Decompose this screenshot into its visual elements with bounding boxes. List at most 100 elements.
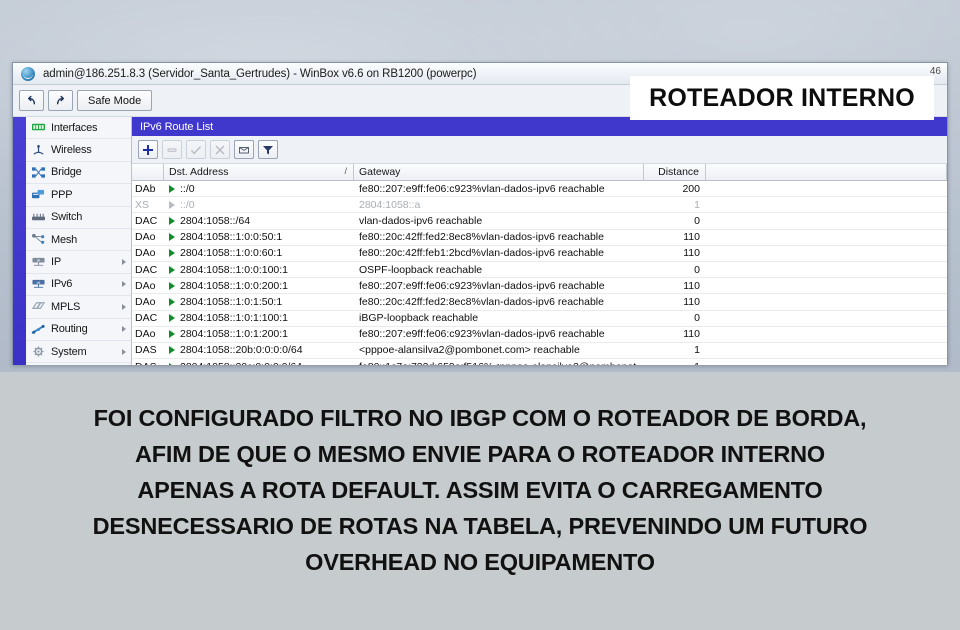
cell-flags: DAC [135,263,158,276]
sidebar-item-switch[interactable]: Switch [26,207,131,229]
cell-dst-address: 2804:1058::1:0:1:100:1 [164,312,354,324]
filter-icon[interactable] [258,140,278,159]
wireless-icon [31,144,46,157]
cell-dst-address-text: 2804:1058::1:0:0:100:1 [180,263,289,276]
route-arrow-icon [169,184,175,193]
table-row[interactable]: DAS 2804:1058::20b:0:0:0:0/64 <pppoe-alans… [132,343,947,360]
sidebar-item-interfaces[interactable]: Interfaces [26,117,131,140]
sidebar-item-ppp[interactable]: PPP [26,184,131,207]
cell-dst-address: ::/0 [164,199,354,211]
chevron-right-icon [122,281,126,288]
route-arrow-icon [169,200,175,209]
cell-gateway: fe80::20c:42ff:fed2:8ec8%vlan-dados-ipv6… [359,295,604,308]
sidebar-item-label: IP [51,256,61,269]
column-header-gateway[interactable]: Gateway [354,164,644,180]
table-row[interactable]: DAo 2804:1058::1:0:0:200:1 fe80::207:e9ff:… [132,278,947,295]
sidebar-item-bridge[interactable]: Bridge [26,162,131,185]
caption-line: OVERHEAD NO EQUIPAMENTO [305,549,655,575]
cell-gateway: vlan-dados-ipv6 reachable [359,214,483,227]
table-row[interactable]: DAC 2804:1058::1:0:1:100:1 iBGP-loopback r… [132,311,947,327]
sidebar-item-mesh[interactable]: Mesh [26,229,131,252]
sidebar-item-label: Routing [51,323,88,336]
roteador-interno-label: ROTEADOR INTERNO [630,76,934,120]
sidebar-item-label: System [51,345,87,358]
cell-distance: 110 [683,328,700,341]
table-row[interactable]: DAo 2804:1058::1:0:0:50:1 fe80::20c:42ff:f… [132,230,947,246]
sidebar-item-label: IPv6 [51,278,73,291]
table-row[interactable]: DAC 2804:1058::/64 vlan-dados-ipv6 reachab… [132,213,947,230]
interfaces-icon [31,121,46,134]
table-row[interactable]: DAo 2804:1058::1:0:1:200:1 fe80::207:e9ff:… [132,327,947,343]
disable-icon[interactable] [210,140,230,159]
cell-dst-address-text: 2804:1058::20b:0:0:0:0/64 [180,344,303,357]
sidebar-item-mpls[interactable]: MPLS [26,296,131,319]
svg-text:v6: v6 [37,281,41,285]
table-row[interactable]: DAo 2804:1058::1:0:0:60:1 fe80::20c:42ff:f… [132,246,947,262]
cell-dst-address-text: 2804:1058::/64 [180,214,251,227]
cell-flags: DAb [135,182,156,195]
route-arrow-icon [169,362,175,365]
cell-gateway: iBGP-loopback reachable [359,312,479,325]
cell-gateway: fe80::207:e9ff:fe06:c923%vlan-dados-ipv6… [359,182,605,195]
sidebar-item-routing[interactable]: Routing [26,319,131,341]
enable-icon[interactable] [186,140,206,159]
sidebar-item-system[interactable]: System [26,341,131,364]
cell-gateway: OSPF-loopback reachable [359,263,483,276]
safe-mode-button[interactable]: Safe Mode [77,90,153,111]
column-header-distance[interactable]: Distance [644,164,706,180]
table-row[interactable]: XS::/0 2804:1058::a 1 [132,197,947,214]
column-header-flags[interactable] [132,164,164,180]
column-header-dst-address[interactable]: Dst. Address / [164,164,354,180]
bridge-icon [31,166,46,179]
route-arrow-icon [169,265,175,274]
route-table: Dst. Address / Gateway Distance DAb::/0f… [132,164,947,365]
cell-dst-address: 2804:1058::1:0:0:60:1 [164,247,354,259]
cell-dst-address: 2804:1058::20b:0:0:0:0/64 [164,344,354,356]
cell-flags: DAo [135,231,156,244]
cell-flags: DAo [135,295,156,308]
table-row[interactable]: DAC 2804:1058::1:0:0:100:1 OSPF-loopback r… [132,262,947,279]
sidebar-item-label: Bridge [51,166,82,179]
chevron-right-icon [122,348,126,355]
cell-distance: 110 [683,231,700,244]
table-row[interactable]: DAS 2804:1058::20c:0:0:0:0/64 fe80::1c7e:7… [132,359,947,365]
sidebar-item-wireless[interactable]: Wireless [26,139,131,162]
cell-dst-address-text: 2804:1058::1:0:0:50:1 [180,231,283,244]
cell-flags: DAC [135,214,158,227]
sidebar-menu: Interfaces Wireless Bridge PPP Switch Me… [26,117,131,365]
sidebar-item-ip[interactable]: IP IP [26,251,131,274]
cell-dst-address: 2804:1058::20c:0:0:0:0/64 [164,361,354,365]
table-row[interactable]: DAo 2804:1058::1:0:1:50:1 fe80::20c:42ff:f… [132,294,947,311]
remove-icon[interactable] [162,140,182,159]
cell-distance: 0 [694,312,700,325]
add-icon[interactable] [138,140,158,159]
cell-flags: DAS [135,344,157,357]
caption-line: FOI CONFIGURADO FILTRO NO IBGP COM O ROT… [93,405,867,431]
svg-text:IP: IP [37,257,41,262]
comment-icon[interactable] [234,140,254,159]
window-body: Interfaces Wireless Bridge PPP Switch Me… [13,117,947,365]
table-row[interactable]: DAb::/0 fe80::207:e9ff:fe06:c923%vlan-dad… [132,181,947,198]
cell-distance: 110 [683,279,700,292]
table-body: DAb::/0 fe80::207:e9ff:fe06:c923%vlan-dad… [132,181,947,365]
cell-distance: 1 [694,344,700,357]
cell-flags: DAo [135,279,156,292]
cell-flags: XS [135,198,150,211]
cell-gateway: 2804:1058::a [359,198,421,211]
chevron-right-icon [122,303,126,310]
cell-distance: 1 [694,198,700,211]
cell-distance: 110 [683,247,700,260]
sidebar-item-ipv6[interactable]: v6 IPv6 [26,274,131,297]
cell-distance: 200 [682,182,700,195]
cell-dst-address-text: 2804:1058::1:0:0:60:1 [180,247,283,260]
redo-arrow-icon[interactable] [48,90,73,111]
cell-dst-address: 2804:1058::1:0:0:50:1 [164,231,354,243]
caption-block: FOI CONFIGURADO FILTRO NO IBGP COM O ROT… [0,400,960,580]
cell-flags: DAC [135,312,158,325]
undo-arrow-icon[interactable] [19,90,44,111]
cell-dst-address-text: ::/0 [180,198,195,211]
cell-dst-address: 2804:1058::1:0:0:200:1 [164,280,354,292]
cell-dst-address-text: 2804:1058::1:0:1:100:1 [180,312,289,325]
caption-line: APENAS A ROTA DEFAULT. ASSIM EVITA O CAR… [137,477,823,503]
system-gear-icon [31,345,46,358]
